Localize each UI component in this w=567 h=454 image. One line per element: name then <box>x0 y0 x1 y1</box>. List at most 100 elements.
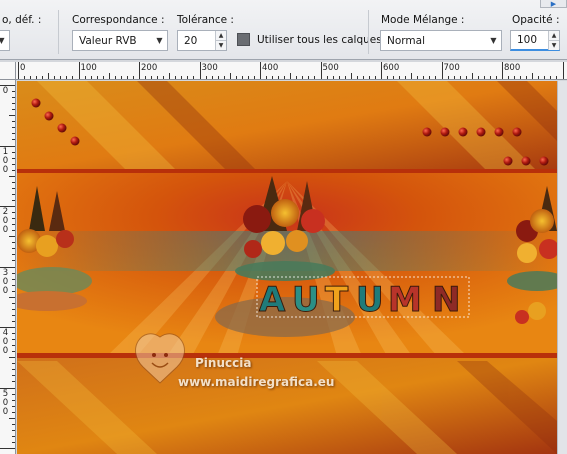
ruler-tick <box>48 73 50 79</box>
ruler-tick <box>12 187 15 189</box>
ruler-tick <box>247 76 249 79</box>
ruler-tick <box>12 97 15 99</box>
ruler-tick <box>508 76 510 79</box>
ruler-tick <box>308 76 310 79</box>
ruler-label: 600 <box>383 63 400 73</box>
ruler-tick <box>108 73 110 79</box>
ruler-tick <box>12 121 15 123</box>
ruler-tick <box>42 76 44 79</box>
ruler-tick <box>260 62 261 79</box>
tolerance-input[interactable]: 20 ▲ ▼ <box>177 30 227 51</box>
ruler-label: 0 <box>2 346 9 356</box>
ruler-tick <box>362 76 364 79</box>
ruler-tick <box>12 272 15 274</box>
ruler-tick <box>12 381 15 383</box>
correspondance-select[interactable]: Valeur RVB ▼ <box>72 30 168 51</box>
ruler-tick <box>429 76 431 79</box>
ruler-tick <box>12 435 15 437</box>
ruler-tick <box>139 62 140 79</box>
ruler-tick <box>54 76 56 79</box>
ruler-tick <box>12 218 15 220</box>
ruler-tick <box>338 76 340 79</box>
ruler-tick <box>12 345 15 347</box>
ruler-tick <box>12 393 15 395</box>
tolerance-stepper[interactable]: ▲ ▼ <box>215 31 226 50</box>
stepper-up-icon[interactable]: ▲ <box>216 31 226 41</box>
ruler-label: 300 <box>201 63 218 73</box>
ruler-tick <box>12 254 15 256</box>
ruler-tick <box>405 76 407 79</box>
ruler-tick <box>12 333 15 335</box>
ruler-tick <box>381 62 382 79</box>
ruler-tick <box>78 62 80 79</box>
image-canvas[interactable]: A U T U M N Pinuccia www.maidiregrafica.… <box>17 81 557 454</box>
ruler-tick <box>562 62 564 79</box>
autumn-letter: U <box>292 280 320 320</box>
ruler-tick <box>36 76 38 79</box>
ruler-tick <box>350 73 352 79</box>
use-all-layers-label: Utiliser tous les calques <box>257 34 382 46</box>
ruler-tick <box>12 103 15 105</box>
correspondance-value: Valeur RVB <box>79 34 137 47</box>
blend-mode-select[interactable]: Normal ▼ <box>380 30 502 51</box>
ruler-tick <box>12 91 15 93</box>
toolbar-divider <box>58 10 59 54</box>
ruler-label: 200 <box>141 63 158 73</box>
ruler-tick <box>393 76 395 79</box>
ruler-tick <box>272 76 274 79</box>
stepper-down-icon[interactable]: ▼ <box>216 41 226 50</box>
ruler-tick <box>9 236 15 238</box>
ruler-label: 0 <box>2 406 9 417</box>
use-all-layers-checkbox[interactable] <box>237 33 250 46</box>
stepper-down-icon[interactable]: ▼ <box>549 41 559 50</box>
ruler-tick <box>0 448 15 449</box>
arrow-right-icon: ▶ <box>550 0 557 8</box>
ruler-tick <box>12 157 15 159</box>
collapse-toolbar-button[interactable]: ▶ <box>540 0 567 8</box>
ruler-tick <box>235 76 237 79</box>
ruler-tick <box>132 76 134 79</box>
ruler-label: 100 <box>80 63 97 73</box>
ruler-tick <box>24 76 26 79</box>
vertical-ruler[interactable]: 0100200300400500 <box>0 80 16 454</box>
ruler-tick <box>12 193 15 195</box>
ruler-tick <box>9 417 15 419</box>
autumn-letter: N <box>432 280 460 320</box>
ruler-tick <box>417 76 419 79</box>
ruler-tick <box>12 284 15 286</box>
ruler-tick <box>12 260 15 262</box>
ruler-tick <box>459 76 461 79</box>
ruler-tick <box>344 76 346 79</box>
ruler-tick <box>223 76 225 79</box>
opacity-stepper[interactable]: ▲ ▼ <box>548 31 559 50</box>
ruler-tick <box>495 76 497 79</box>
ruler-tick <box>181 76 183 79</box>
ruler-tick <box>12 339 15 341</box>
band-divider-top <box>17 169 557 173</box>
ruler-label: 0 <box>2 164 9 175</box>
vertical-scrollbar[interactable] <box>557 81 567 454</box>
ruler-tick <box>266 76 268 79</box>
opacity-input[interactable]: 100 ▲ ▼ <box>510 30 560 51</box>
ruler-tick <box>211 76 213 79</box>
opacity-value: 100 <box>517 34 538 46</box>
ruler-label: 0 <box>2 276 9 287</box>
cut-dropdown[interactable]: ▼ <box>0 30 10 51</box>
ruler-tick <box>12 248 15 250</box>
stepper-up-icon[interactable]: ▲ <box>549 31 559 41</box>
ruler-tick <box>12 363 15 365</box>
tolerance-value: 20 <box>184 34 198 47</box>
ruler-tick <box>556 76 558 79</box>
ruler-label: 400 <box>262 63 279 73</box>
horizontal-ruler[interactable]: 0 100 200 300 400 500 600 700 800 <box>16 62 567 80</box>
ruler-tick <box>374 76 376 79</box>
band-divider-bottom <box>17 353 557 358</box>
ruler-tick <box>175 76 177 79</box>
ruler-tick <box>9 175 15 177</box>
ruler-tick <box>399 76 401 79</box>
watermark-url: www.maidiregrafica.eu <box>178 375 335 389</box>
ruler-tick <box>12 224 15 226</box>
ruler-tick <box>12 133 15 135</box>
ruler-tick <box>278 76 280 79</box>
ruler-tick <box>296 76 298 79</box>
